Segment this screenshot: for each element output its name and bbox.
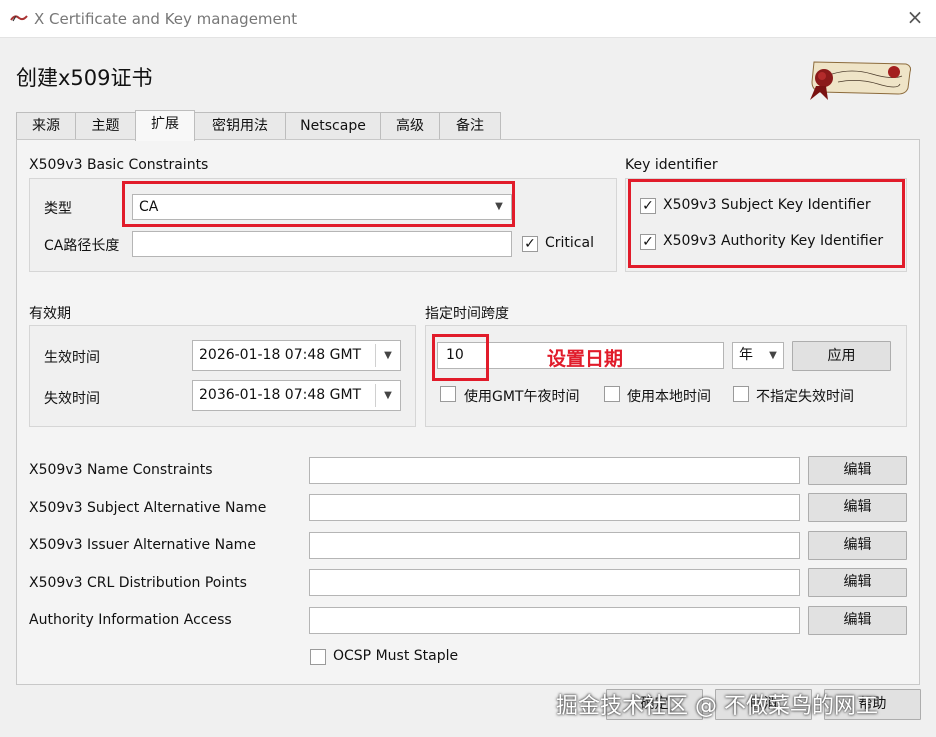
type-label: 类型 — [44, 201, 72, 217]
tab-source[interactable]: 来源 — [16, 112, 76, 140]
tab-advanced[interactable]: 高级 — [380, 112, 440, 140]
start-time-label: 生效时间 — [44, 350, 100, 366]
scroll-icon — [10, 15, 28, 22]
ocsp-must-staple-label: OCSP Must Staple — [333, 648, 459, 664]
edit-authority-info-access-button[interactable]: 编辑 — [808, 606, 907, 635]
chevron-down-icon: ▼ — [384, 390, 392, 401]
critical-checkbox[interactable]: ✓ — [522, 236, 538, 252]
gmt-midnight-checkbox[interactable] — [440, 386, 456, 402]
window-title: X Certificate and Key management — [34, 10, 298, 28]
close-icon[interactable]: × — [904, 6, 926, 28]
end-time-picker[interactable]: 2036-01-18 07:48 GMT ▼ — [192, 380, 401, 411]
time-range-unit-value: 年 — [739, 347, 753, 363]
time-range-title: 指定时间跨度 — [425, 306, 509, 322]
gmt-midnight-label: 使用GMT午夜时间 — [464, 389, 580, 405]
basic-constraints-title: X509v3 Basic Constraints — [29, 157, 209, 173]
issuer-alt-name-input[interactable] — [309, 532, 800, 559]
annotation-box-amount — [432, 334, 489, 381]
authority-info-access-label: Authority Information Access — [29, 612, 232, 628]
ca-path-length-label: CA路径长度 — [44, 238, 120, 254]
edit-issuer-alt-name-button[interactable]: 编辑 — [808, 531, 907, 560]
annotation-text: 设置日期 — [547, 348, 624, 370]
no-expiry-label: 不指定失效时间 — [756, 389, 854, 405]
chevron-down-icon: ▼ — [384, 350, 392, 361]
tab-key-usage[interactable]: 密钥用法 — [194, 112, 286, 140]
name-constraints-label: X509v3 Name Constraints — [29, 462, 213, 478]
authority-info-access-input[interactable] — [309, 607, 800, 634]
start-time-value: 2026-01-18 07:48 GMT — [199, 347, 362, 363]
name-constraints-input[interactable] — [309, 457, 800, 484]
ocsp-must-staple-checkbox[interactable] — [310, 649, 326, 665]
subject-alt-name-label: X509v3 Subject Alternative Name — [29, 500, 267, 516]
crl-distribution-points-label: X509v3 CRL Distribution Points — [29, 575, 247, 591]
local-time-checkbox[interactable] — [604, 386, 620, 402]
start-time-picker[interactable]: 2026-01-18 07:48 GMT ▼ — [192, 340, 401, 371]
critical-label: Critical — [545, 235, 594, 251]
validity-title: 有效期 — [29, 306, 71, 322]
tab-comment[interactable]: 备注 — [439, 112, 501, 140]
tab-extensions[interactable]: 扩展 — [135, 110, 195, 141]
edit-name-constraints-button[interactable]: 编辑 — [808, 456, 907, 485]
no-expiry-checkbox[interactable] — [733, 386, 749, 402]
watermark: 掘金技术社区 @ 不做菜鸟的网工 — [556, 694, 878, 719]
end-time-label: 失效时间 — [44, 391, 100, 407]
dialog-title: 创建x509证书 — [16, 66, 153, 90]
signature-scroll-logo — [810, 61, 911, 100]
crl-distribution-points-input[interactable] — [309, 569, 800, 596]
ca-path-length-input[interactable] — [132, 231, 512, 257]
tab-netscape[interactable]: Netscape — [285, 112, 381, 140]
apply-button[interactable]: 应用 — [792, 341, 891, 371]
issuer-alt-name-label: X509v3 Issuer Alternative Name — [29, 537, 256, 553]
local-time-label: 使用本地时间 — [627, 389, 711, 405]
end-time-value: 2036-01-18 07:48 GMT — [199, 387, 362, 403]
annotation-box-key-identifier — [628, 179, 905, 268]
key-identifier-title: Key identifier — [625, 157, 718, 173]
subject-alt-name-input[interactable] — [309, 494, 800, 521]
edit-subject-alt-name-button[interactable]: 编辑 — [808, 493, 907, 522]
tab-subject[interactable]: 主题 — [75, 112, 136, 140]
chevron-down-icon: ▼ — [769, 350, 777, 361]
time-range-unit-select[interactable]: 年 ▼ — [732, 342, 784, 369]
edit-crl-distribution-points-button[interactable]: 编辑 — [808, 568, 907, 597]
annotation-box-type — [122, 181, 515, 227]
